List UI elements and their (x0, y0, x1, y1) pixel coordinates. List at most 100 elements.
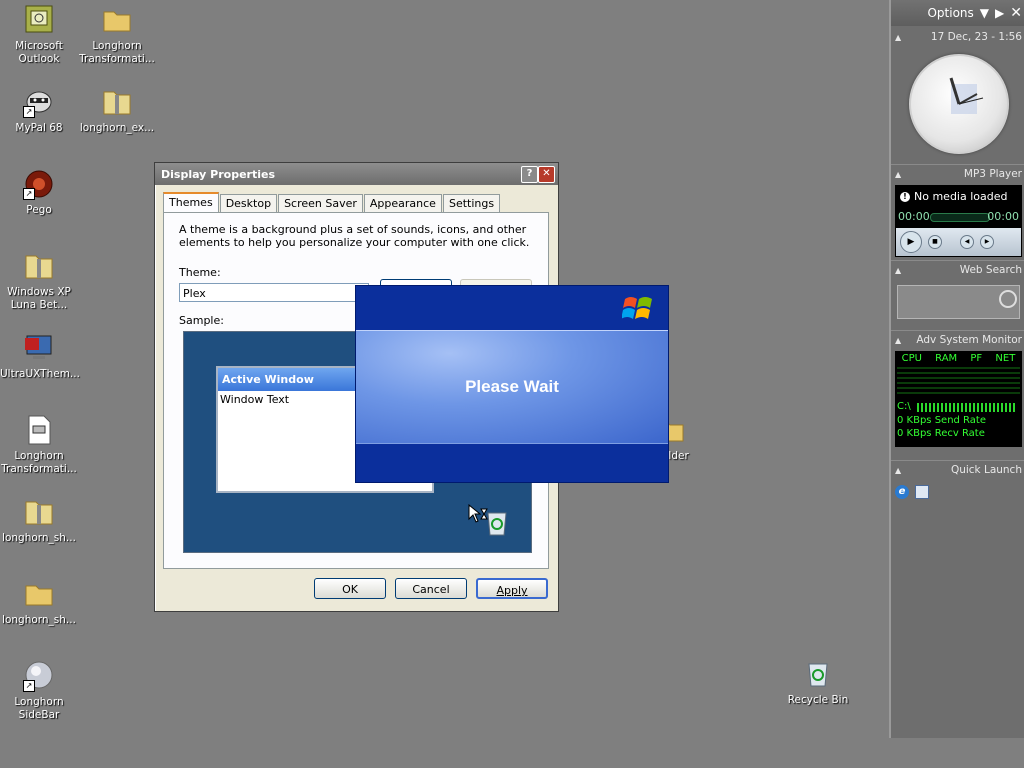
web-search-panel: ▲ Web Search (891, 260, 1024, 330)
mp3-title: MP3 Player (963, 168, 1022, 180)
theme-label: Theme: (179, 266, 221, 279)
clock-header: ▲ 17 Dec, 23 - 1:56 (891, 28, 1024, 46)
mp3-time-right: 00:00 (987, 210, 1019, 223)
desktop-icon-longhorn-sidebar[interactable]: ↗ Longhorn SideBar (0, 660, 78, 722)
document-icon (23, 414, 55, 446)
tab-settings[interactable]: Settings (442, 194, 501, 213)
zip-folder-icon (101, 86, 133, 118)
collapse-arrow-icon[interactable]: ▲ (895, 466, 901, 475)
sysmon-drive-label: C:\ (897, 401, 911, 412)
web-search-title: Web Search (959, 264, 1022, 276)
desktop-icon-label: longhorn_sh... (2, 614, 76, 626)
desktop-icon-label: longhorn_sh... (2, 532, 76, 544)
sysmon-graphs (897, 367, 1020, 397)
system-monitor-display: CPU RAM PF NET C:\ 0 KBps Send Rate 0 KB… (895, 351, 1022, 447)
shortcut-arrow-icon: ↗ (23, 188, 35, 200)
theme-dropdown[interactable]: Plex (179, 283, 369, 302)
mp3-seek-bar[interactable] (930, 213, 990, 222)
folder-icon (101, 4, 133, 36)
desktop-icon-label: Recycle Bin (787, 694, 849, 706)
apply-button[interactable]: Apply (476, 578, 548, 599)
dialog-title: Display Properties (161, 167, 276, 181)
collapse-arrow-icon[interactable]: ▲ (895, 336, 901, 345)
cancel-button[interactable]: Cancel (395, 578, 467, 599)
sysmon-column-cpu: CPU (901, 353, 922, 364)
chevron-down-icon[interactable]: ▼ (980, 6, 989, 20)
collapse-arrow-icon[interactable]: ▲ (895, 266, 901, 275)
web-search-header: ▲ Web Search (891, 260, 1024, 279)
please-wait-text: Please Wait (465, 377, 559, 396)
desktop-icon-label: longhorn_ex... (79, 122, 155, 134)
desktop-icon-longhorn-transformation[interactable]: Longhorn Transformati... (78, 4, 156, 66)
show-desktop-icon[interactable] (915, 485, 929, 499)
system-monitor-title: Adv System Monitor (916, 334, 1022, 346)
desktop-icon-longhorn-sh-folder[interactable]: longhorn_sh... (0, 578, 78, 627)
zip-folder-icon (23, 250, 55, 282)
desktop-icon-pego[interactable]: ↗ Pego (0, 168, 78, 217)
quick-launch-header: ▲ Quick Launch (891, 460, 1024, 479)
desktop-icon-label: UltraUXThem... (0, 368, 80, 380)
info-icon: ! (900, 191, 910, 202)
system-monitor-header: ▲ Adv System Monitor (891, 330, 1024, 349)
sysmon-send-rate: 0 KBps Send Rate (897, 415, 986, 426)
internet-explorer-icon[interactable]: e (895, 485, 909, 499)
outlook-icon (23, 4, 55, 36)
desktop-icon-longhorn-sh-zip[interactable]: longhorn_sh... (0, 496, 78, 545)
sysmon-column-pf: PF (970, 353, 983, 364)
options-menu[interactable]: Options (927, 6, 973, 20)
mp3-time-left: 00:00 (898, 210, 930, 223)
desktop-icon-recycle-bin[interactable]: Recycle Bin (779, 658, 857, 707)
shortcut-arrow-icon: ↗ (23, 680, 35, 692)
longhorn-sidebar: Options ▼ ▶ ✕ ▲ 17 Dec, 23 - 1:56 ▲ MP3 … (889, 0, 1024, 738)
tab-strip: Themes Desktop Screen Saver Appearance S… (163, 192, 501, 215)
help-button[interactable]: ? (521, 166, 538, 183)
sysmon-column-net: NET (995, 353, 1016, 364)
sidebar-orb-icon: ↗ (23, 660, 55, 692)
collapse-arrow-icon[interactable]: ▲ (895, 33, 901, 42)
quick-launch-panel: ▲ Quick Launch e (891, 460, 1024, 510)
desktop-icon-longhorn-ex[interactable]: longhorn_ex... (78, 86, 156, 135)
desktop-icon-mypal[interactable]: ↗ MyPal 68 (0, 86, 78, 135)
stop-button[interactable]: ■ (928, 235, 942, 249)
desktop-icon-ultrauxtheme[interactable]: UltraUXThem... (0, 332, 80, 381)
monitor-icon (23, 332, 55, 364)
desktop-icon-label: Longhorn Transformati... (79, 40, 155, 65)
desktop-icon-label: MyPal 68 (15, 122, 63, 134)
collapse-arrow-icon[interactable]: ▲ (895, 170, 901, 179)
system-monitor-panel: ▲ Adv System Monitor CPU RAM PF NET C:\ … (891, 330, 1024, 458)
previous-button[interactable]: ◀ (960, 235, 974, 249)
drive-usage-bar (917, 403, 1017, 412)
desktop-icon-longhorn-transformation-file[interactable]: Longhorn Transformati... (0, 414, 78, 476)
busy-cursor-icon (468, 503, 490, 529)
close-icon[interactable]: ✕ (1010, 5, 1022, 21)
quick-launch-title: Quick Launch (950, 464, 1022, 476)
tab-screen-saver[interactable]: Screen Saver (278, 194, 363, 213)
desktop-icon-outlook[interactable]: Microsoft Outlook (0, 4, 78, 66)
desktop-icon-label: Microsoft Outlook (15, 40, 63, 65)
dialog-titlebar[interactable]: Display Properties ? ✕ (155, 163, 558, 185)
clock-datetime: 17 Dec, 23 - 1:56 (930, 31, 1022, 43)
sysmon-recv-rate: 0 KBps Recv Rate (897, 428, 985, 439)
mp3-player: ! No media loaded 00:00 00:00 ▶ ■ ◀ ▶ (895, 185, 1022, 257)
recycle-bin-icon (802, 658, 834, 690)
play-button[interactable]: ▶ (900, 231, 922, 253)
desktop-icon-label: Pego (26, 204, 52, 216)
mp3-header: ▲ MP3 Player (891, 164, 1024, 183)
sidebar-options-bar: Options ▼ ▶ ✕ (891, 0, 1024, 26)
tab-desktop[interactable]: Desktop (219, 194, 278, 213)
clock-panel: ▲ 17 Dec, 23 - 1:56 (891, 28, 1024, 164)
close-button[interactable]: ✕ (538, 166, 555, 183)
sysmon-column-ram: RAM (935, 353, 958, 364)
ok-button[interactable]: OK (314, 578, 386, 599)
splash-message-band: Please Wait (356, 330, 668, 444)
web-search-input[interactable] (897, 285, 1020, 319)
search-icon[interactable] (999, 290, 1017, 308)
desktop-icon-label: Windows XP Luna Bet... (7, 286, 71, 311)
folder-icon (23, 578, 55, 610)
next-button[interactable]: ▶ (980, 235, 994, 249)
chevron-right-icon[interactable]: ▶ (995, 6, 1004, 20)
analog-clock (908, 54, 1009, 154)
tab-appearance[interactable]: Appearance (363, 194, 442, 213)
desktop-icon-windows-xp-luna[interactable]: Windows XP Luna Bet... (0, 250, 78, 312)
shortcut-arrow-icon: ↗ (23, 106, 35, 118)
